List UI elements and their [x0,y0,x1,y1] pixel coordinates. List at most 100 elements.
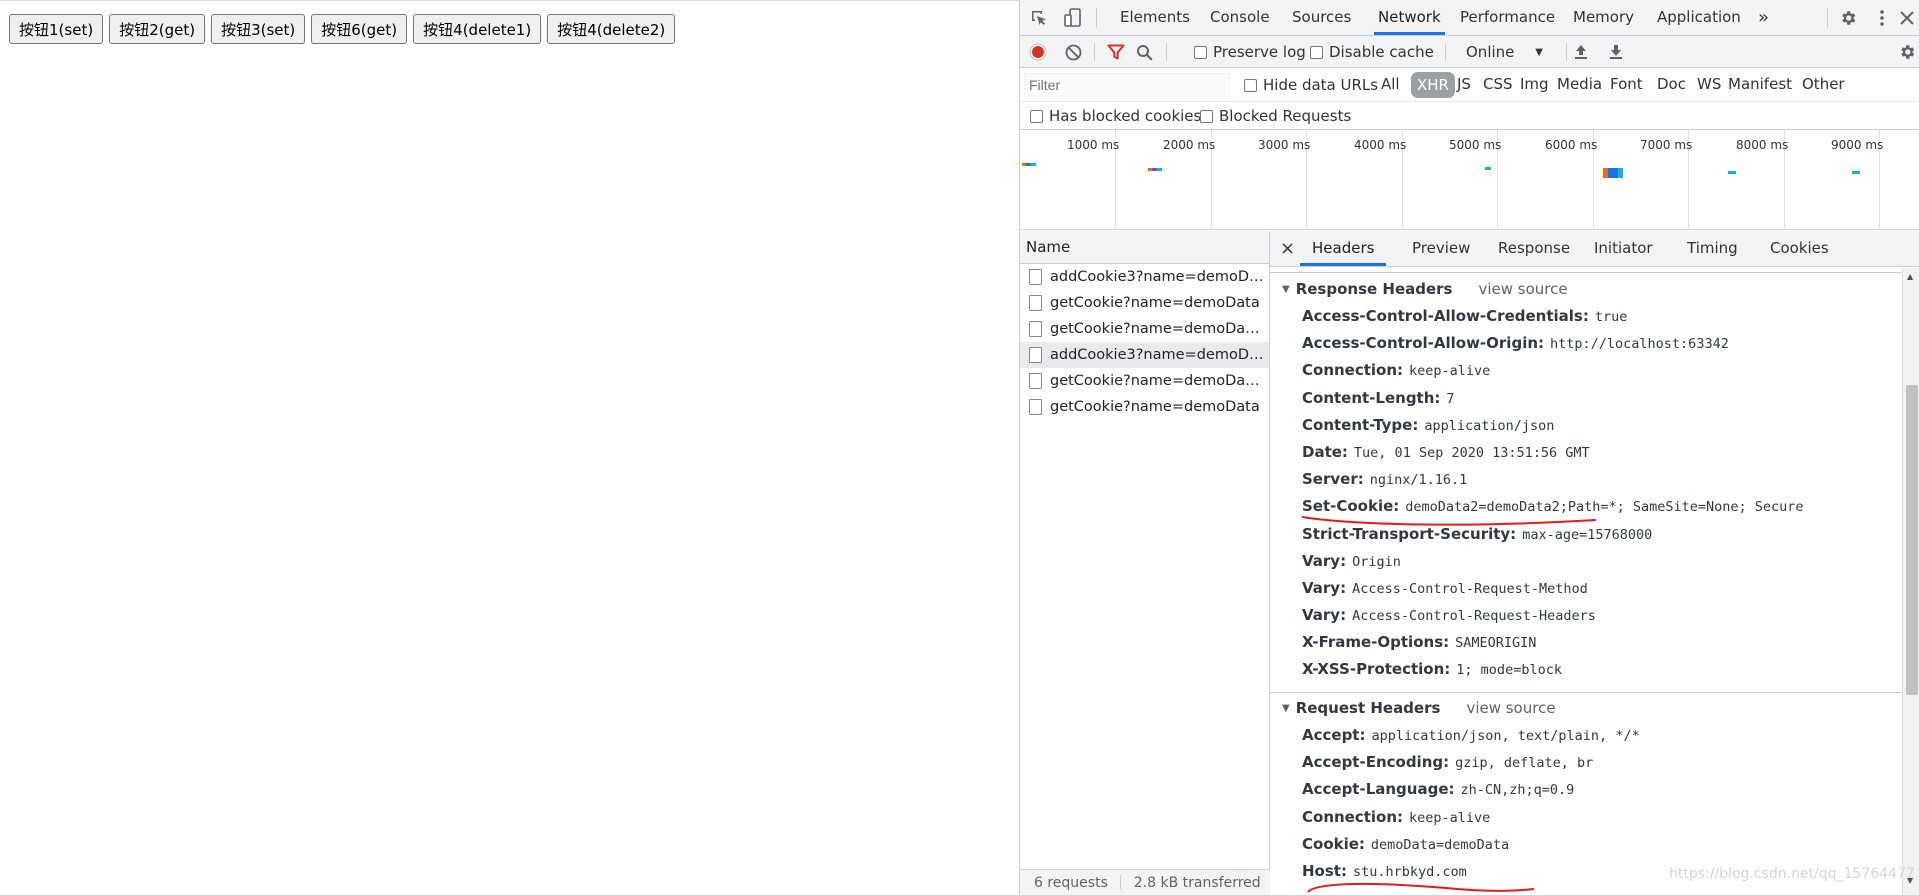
preserve-log-box[interactable] [1194,45,1207,59]
filter-type-manifest[interactable]: Manifest [1728,75,1792,93]
header-row-cookie: Cookie: demoData=demoData [1270,831,1902,858]
blocked-requests-checkbox[interactable]: Blocked Requests [1200,107,1351,125]
tab-network[interactable]: Network [1374,0,1445,35]
header-name: Content-Type: [1302,415,1419,434]
tab-console[interactable]: Console [1210,0,1270,35]
filter-type-xhr[interactable]: XHR [1411,72,1455,98]
detail-tab-timing[interactable]: Timing [1687,231,1738,266]
has-blocked-cookies-box[interactable] [1030,109,1043,123]
button-1-set[interactable]: 按钮1(set) [9,14,104,44]
header-value: gzip, deflate, br [1455,755,1594,772]
request-row-getcookie[interactable]: getCookie?name=demoData [1020,394,1269,420]
response-view-source-link[interactable]: view source [1479,280,1568,298]
search-icon[interactable] [1134,42,1154,62]
timeline-tick-label: 9000 ms [1831,138,1884,152]
tabbar-separator-2 [1827,8,1828,28]
devtools-tabbar: Elements Console Sources Network Perform… [1020,0,1919,36]
request-headers-title-row[interactable]: ▼ Request Headers view source [1270,695,1902,722]
request-row-addcookie3-selected[interactable]: addCookie3?name=demoData2&value=demoData… [1020,342,1269,368]
throttling-select[interactable]: Online ▼ [1445,43,1551,61]
filter-type-media[interactable]: Media [1557,75,1602,93]
header-name: Date: [1302,442,1348,461]
detail-tab-initiator[interactable]: Initiator [1594,231,1653,266]
header-name: Accept: [1302,726,1366,744]
request-headers-title: Request Headers [1295,699,1441,717]
response-headers-title-row[interactable]: ▼ Response Headers view source [1270,276,1902,303]
timeline-tick-label: 5000 ms [1449,138,1502,152]
button-3-set[interactable]: 按钮3(set) [211,14,306,44]
device-toolbar-icon[interactable] [1062,7,1084,29]
filter-type-ws[interactable]: WS [1697,75,1721,93]
timeline-request-bar [1852,171,1860,174]
tab-application[interactable]: Application [1657,0,1741,35]
button-2-get[interactable]: 按钮2(get) [109,14,206,44]
close-devtools-icon[interactable] [1896,7,1918,29]
request-row-addcookie3[interactable]: addCookie3?name=demoData2&value=demoData… [1020,264,1269,290]
tab-sources[interactable]: Sources [1292,0,1351,35]
tab-elements[interactable]: Elements [1120,0,1190,35]
detail-tab-response[interactable]: Response [1498,231,1570,266]
name-column-header[interactable]: Name [1020,231,1269,264]
import-har-upload-icon[interactable] [1571,42,1591,62]
network-status-bar: 6 requests 2.8 kB transferred [1020,869,1270,895]
filter-funnel-icon[interactable] [1106,42,1126,62]
timeline-request-bar [1148,168,1162,171]
section-divider [1270,692,1902,693]
tab-performance[interactable]: Performance [1460,0,1555,35]
hide-data-urls-box[interactable] [1244,78,1257,92]
clear-icon[interactable] [1063,42,1083,62]
detail-tab-headers[interactable]: Headers [1300,231,1387,266]
button-4-delete1[interactable]: 按钮4(delete1) [413,14,542,44]
header-value: http://localhost:63342 [1550,336,1729,353]
button-4-delete2[interactable]: 按钮4(delete2) [547,14,676,44]
request-headers-section: ▼ Request Headers view source Accept: appli… [1270,695,1902,885]
more-tabs-chevron-icon[interactable]: » [1758,0,1769,35]
record-icon[interactable] [1028,42,1048,62]
blocked-requests-box[interactable] [1200,109,1213,123]
section-divider [1270,272,1902,273]
has-blocked-cookies-label: Has blocked cookies [1049,107,1202,125]
scrollbar-thumb[interactable] [1906,385,1918,695]
filter-type-other[interactable]: Other [1802,75,1845,93]
annotation-underline-cookie [1307,882,1535,893]
blocked-filter-bar: Has blocked cookies Blocked Requests [1020,102,1919,130]
filter-type-all[interactable]: All [1381,75,1400,93]
header-row: Server: nginx/1.16.1 [1270,466,1902,493]
hide-data-urls-checkbox[interactable]: Hide data URLs [1244,76,1378,94]
detail-tab-cookies[interactable]: Cookies [1770,231,1829,266]
has-blocked-cookies-checkbox[interactable]: Has blocked cookies [1030,107,1201,125]
filter-type-js[interactable]: JS [1457,75,1471,93]
preserve-log-checkbox[interactable]: Preserve log [1194,43,1306,61]
button-6-get[interactable]: 按钮6(get) [311,14,408,44]
filter-type-font[interactable]: Font [1610,75,1643,93]
header-value: keep-alive [1409,363,1491,380]
network-settings-gear-icon[interactable] [1896,42,1918,62]
request-row-getcookie[interactable]: getCookie?name=demoData [1020,290,1269,316]
inspect-element-icon[interactable] [1028,7,1050,29]
header-value: true [1594,309,1628,325]
more-options-kebab-icon[interactable] [1873,7,1891,29]
request-row-getcookie2[interactable]: getCookie?name=demoData2 [1020,316,1269,342]
settings-gear-icon[interactable] [1837,7,1859,29]
request-row-getcookie2[interactable]: getCookie?name=demoData2 [1020,368,1269,394]
header-row: Vary: Access-Control-Request-Headers [1270,602,1902,629]
export-har-download-icon[interactable] [1606,42,1626,62]
tab-memory[interactable]: Memory [1573,0,1634,35]
detail-scrollbar[interactable]: ▲ ▼ [1902,268,1919,895]
disable-cache-checkbox[interactable]: Disable cache [1310,43,1434,61]
timeline-overview[interactable]: 1000 ms 2000 ms 3000 ms 4000 ms 5000 ms … [1020,130,1919,230]
request-view-source-link[interactable]: view source [1466,699,1555,717]
filter-type-css[interactable]: CSS [1483,75,1513,93]
header-value: zh-CN,zh;q=0.9 [1460,782,1575,799]
filter-type-doc[interactable]: Doc [1657,75,1686,93]
detail-tab-preview[interactable]: Preview [1412,231,1470,266]
header-value: Access-Control-Request-Method [1352,580,1588,597]
disable-cache-box[interactable] [1310,45,1323,59]
close-detail-icon[interactable]: × [1280,231,1295,266]
header-name: Host: [1302,861,1347,880]
filter-type-img[interactable]: Img [1520,75,1549,93]
timeline-tick-label: 6000 ms [1545,138,1598,152]
filter-input[interactable] [1024,73,1230,97]
filter-bar: Hide data URLs All XHR JS CSS Img Media … [1020,68,1919,102]
scroll-up-arrow-icon[interactable]: ▲ [1907,272,1913,281]
